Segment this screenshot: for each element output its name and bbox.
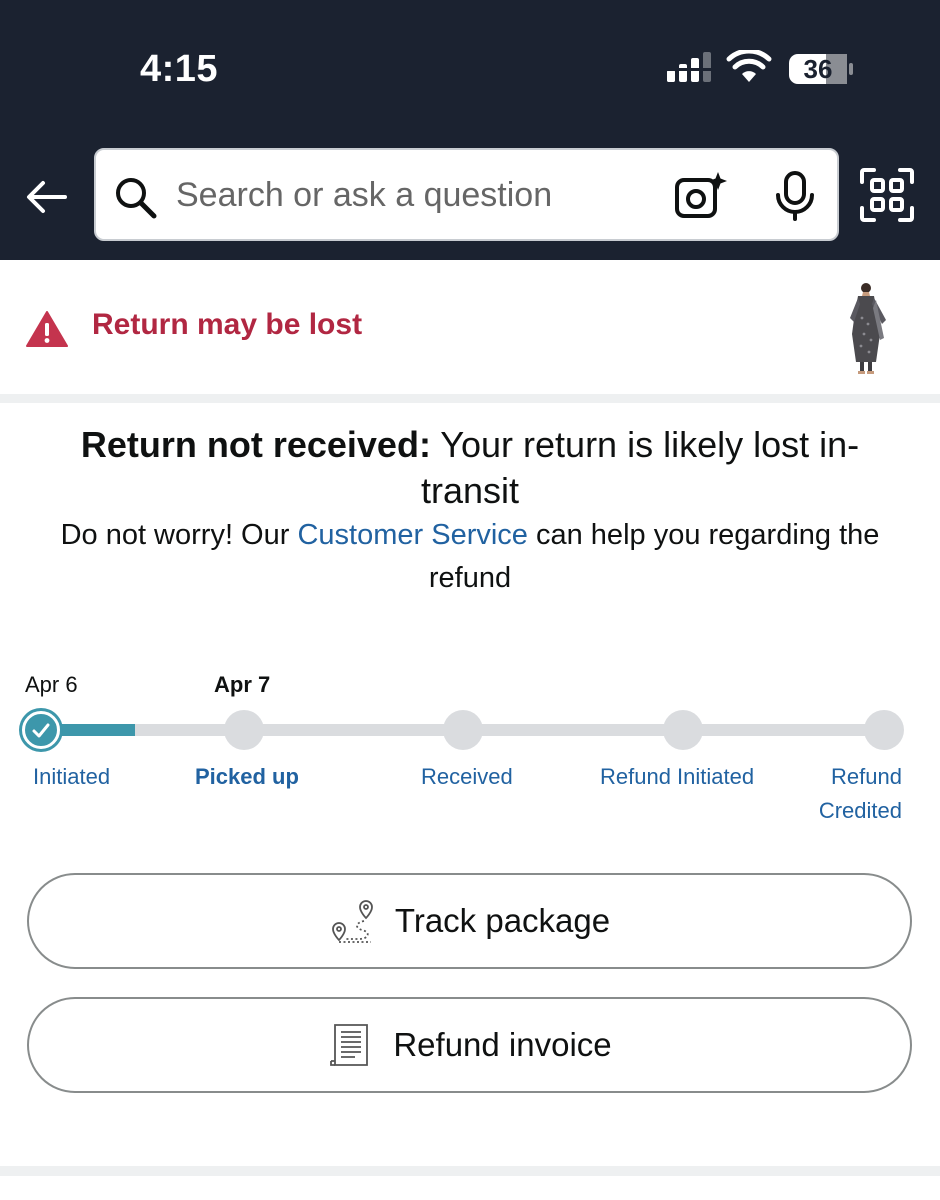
step-dot-picked-up: [224, 710, 264, 750]
wifi-icon: [726, 50, 772, 82]
route-pin-icon: [331, 900, 373, 943]
message-headline: Return not received: Your return is like…: [60, 422, 880, 514]
return-progress-tracker: Apr 6 Apr 7 Initiated Picked up Received…: [0, 660, 940, 840]
track-package-button[interactable]: Track package: [27, 873, 912, 969]
step-label-refund-credited: Refund Credited: [818, 764, 902, 823]
message-sub-before: Do not worry! Our: [60, 519, 298, 551]
scan-code-button[interactable]: [858, 166, 916, 224]
search-input[interactable]: [176, 162, 646, 228]
step-label-refund-initiated: Refund Initiated: [600, 764, 755, 789]
voice-search-button[interactable]: [772, 170, 818, 222]
microphone-icon: [776, 171, 814, 221]
message-headline-rest: Your return is likely lost in-transit: [420, 424, 860, 511]
track-package-label: Track package: [394, 902, 611, 939]
camera-search-button[interactable]: [674, 170, 728, 222]
step-date-initiated: Apr 6: [25, 672, 78, 697]
step-dot-initiated: [22, 711, 60, 749]
step-dot-refund-initiated: [663, 710, 703, 750]
status-time: 4:15: [140, 48, 219, 90]
battery-indicator: 36: [788, 53, 854, 85]
step-dot-received: [443, 710, 483, 750]
step-label-received: Received: [421, 764, 513, 789]
camera-sparkle-icon: [675, 172, 727, 218]
cellular-signal-icon: [666, 52, 714, 82]
section-divider-bottom: [0, 1166, 940, 1176]
refund-invoice-label: Refund invoice: [393, 1026, 612, 1063]
step-dot-refund-credited: [864, 710, 904, 750]
checkmark-icon: [32, 723, 50, 738]
search-icon: [116, 178, 157, 219]
app-header: 4:15 36: [0, 0, 940, 260]
product-thumbnail[interactable]: [836, 278, 898, 376]
step-label-picked-up: Picked up: [195, 764, 299, 789]
battery-level: 36: [803, 54, 833, 84]
step-label-initiated: Initiated: [33, 764, 111, 789]
qr-scan-icon: [860, 168, 914, 222]
document-icon: [330, 1024, 369, 1066]
return-status-message: Return not received: Your return is like…: [60, 422, 880, 600]
step-date-picked-up: Apr 7: [214, 672, 271, 697]
return-alert-banner: Return may be lost: [0, 260, 940, 394]
warning-icon: [26, 311, 68, 347]
message-headline-bold: Return not received:: [80, 424, 431, 465]
alert-title: Return may be lost: [92, 308, 363, 341]
section-divider: [0, 394, 940, 403]
customer-service-link[interactable]: Customer Service: [297, 519, 527, 551]
message-subtext: Do not worry! Our Customer Service can h…: [60, 514, 880, 600]
back-arrow-icon: [27, 181, 67, 213]
search-bar[interactable]: [94, 148, 839, 241]
refund-invoice-button[interactable]: Refund invoice: [27, 997, 912, 1093]
back-button[interactable]: [20, 172, 74, 222]
